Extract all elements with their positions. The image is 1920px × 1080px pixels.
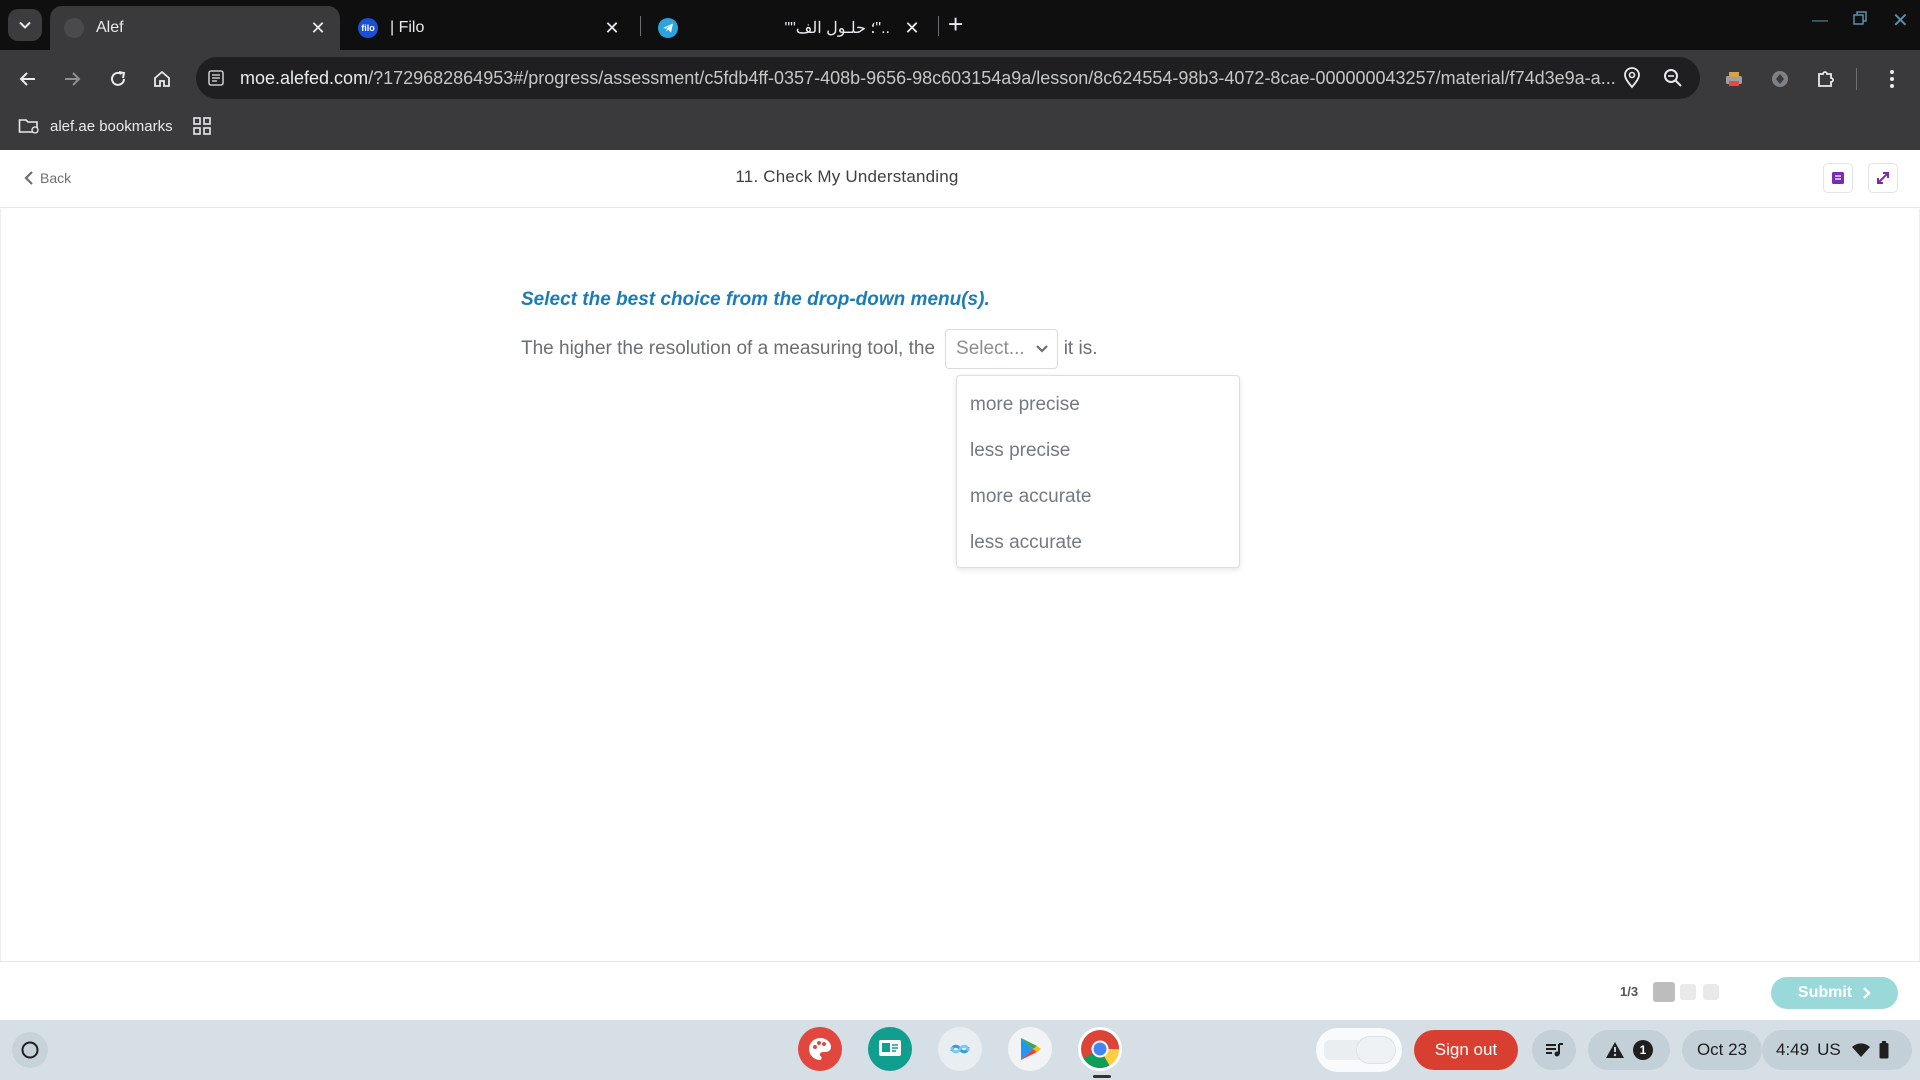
url-path: /?1729682864953#/progress/assessment/c5f… bbox=[368, 68, 1616, 88]
chrome-icon bbox=[1081, 1030, 1120, 1069]
page-header: Back 11. Check My Understanding bbox=[0, 150, 1920, 208]
holding-space-thumbnail[interactable] bbox=[1316, 1028, 1402, 1072]
paint-palette-icon bbox=[809, 1038, 831, 1060]
restore-icon[interactable] bbox=[1852, 10, 1868, 31]
close-icon[interactable]: ✕ bbox=[306, 18, 330, 39]
instruction-text: Select the best choice from the drop-dow… bbox=[521, 289, 990, 310]
submit-label: Submit bbox=[1797, 984, 1853, 1001]
browser-toolbar: moe.alefed.com/?1729682864953#/progress/… bbox=[0, 50, 1920, 108]
submit-button[interactable]: Submit bbox=[1771, 977, 1898, 1009]
folder-icon bbox=[18, 119, 39, 134]
close-icon[interactable]: ✕ bbox=[600, 18, 624, 39]
minimize-icon[interactable]: — bbox=[1812, 12, 1828, 30]
clock-time: 4:49 bbox=[1776, 1040, 1810, 1059]
close-icon[interactable]: ✕ bbox=[900, 18, 924, 39]
more-menu-icon[interactable] bbox=[1880, 67, 1904, 91]
apps-grid-icon[interactable] bbox=[192, 116, 212, 136]
tab-telegram[interactable]: ""؛ حلـول الف".. ✕ bbox=[644, 6, 934, 50]
play-store-icon bbox=[1021, 1038, 1041, 1060]
dictionary-icon bbox=[1832, 172, 1844, 184]
link-loop-icon bbox=[950, 1044, 970, 1054]
page-title: 11. Check My Understanding bbox=[735, 167, 959, 186]
extension-shield-icon[interactable] bbox=[1768, 67, 1792, 91]
telegram-icon bbox=[658, 18, 678, 38]
dropdown-menu: more precise less precise more accurate … bbox=[956, 375, 1240, 568]
running-indicator bbox=[1093, 1075, 1111, 1078]
glossary-button[interactable] bbox=[1823, 163, 1853, 193]
url-host: moe.alefed.com bbox=[240, 68, 369, 88]
home-icon[interactable] bbox=[150, 67, 174, 91]
dropdown-option[interactable]: less precise bbox=[957, 428, 1239, 474]
new-tab-button[interactable]: + bbox=[948, 11, 963, 37]
battery-icon bbox=[1879, 1041, 1889, 1059]
forward-arrow-icon[interactable] bbox=[60, 67, 84, 91]
launcher-button[interactable] bbox=[12, 1032, 48, 1068]
address-bar[interactable]: moe.alefed.com/?1729682864953#/progress/… bbox=[196, 57, 1700, 99]
wifi-icon bbox=[1851, 1043, 1870, 1057]
zoom-icon[interactable] bbox=[1662, 67, 1684, 89]
tab-separator bbox=[640, 16, 641, 36]
chevron-right-icon bbox=[1863, 987, 1871, 999]
tab-alef[interactable]: Alef ✕ bbox=[50, 6, 340, 50]
fullscreen-button[interactable] bbox=[1868, 163, 1898, 193]
tab-separator bbox=[938, 16, 939, 36]
chevron-down-icon bbox=[19, 21, 31, 29]
filo-favicon-icon: filo bbox=[358, 18, 378, 38]
tab-filo[interactable]: filo | Filo ✕ bbox=[344, 6, 634, 50]
toolbar-separator bbox=[1856, 68, 1857, 90]
site-info-icon[interactable] bbox=[206, 68, 226, 88]
date-button[interactable]: Oct 23 bbox=[1682, 1030, 1762, 1070]
question-text-after: it is. bbox=[1063, 338, 1098, 359]
question-area: Select the best choice from the drop-dow… bbox=[0, 209, 1920, 961]
status-area[interactable]: 4:49 US bbox=[1762, 1030, 1912, 1070]
bookmark-folder[interactable]: alef.ae bookmarks bbox=[18, 117, 173, 135]
sign-out-button[interactable]: Sign out bbox=[1414, 1030, 1518, 1070]
dropdown-option[interactable]: less accurate bbox=[957, 520, 1239, 566]
notifications-button[interactable]: 1 bbox=[1588, 1030, 1670, 1070]
expand-icon bbox=[1877, 172, 1889, 184]
app-classroom[interactable] bbox=[868, 1027, 912, 1071]
classroom-board-icon bbox=[879, 1040, 901, 1056]
dropdown-placeholder: Select... bbox=[956, 338, 1025, 359]
answer-dropdown[interactable]: Select... bbox=[945, 329, 1058, 369]
question-counter: 1/3 bbox=[1620, 984, 1639, 999]
media-controls-button[interactable] bbox=[1532, 1030, 1576, 1070]
launcher-circle-icon bbox=[21, 1041, 39, 1059]
os-shelf: Sign out 1 Oct 23 4:49 US bbox=[0, 1020, 1920, 1080]
location-pin-icon[interactable] bbox=[1622, 67, 1644, 89]
bookmark-folder-label: alef.ae bookmarks bbox=[50, 117, 173, 135]
close-window-icon[interactable]: ✕ bbox=[1892, 8, 1909, 33]
app-link[interactable] bbox=[938, 1027, 982, 1071]
chevron-down-icon bbox=[1035, 345, 1048, 353]
extensions-puzzle-icon[interactable] bbox=[1814, 67, 1838, 91]
page-footer: 1/3 Submit bbox=[0, 961, 1920, 1020]
warning-icon bbox=[1606, 1042, 1624, 1058]
app-paint[interactable] bbox=[798, 1027, 842, 1071]
tab-title: ""؛ حلـول الف".. bbox=[784, 20, 890, 37]
extension-printer-icon[interactable] bbox=[1722, 67, 1746, 91]
app-chrome[interactable] bbox=[1078, 1027, 1122, 1071]
back-arrow-icon[interactable] bbox=[16, 67, 40, 91]
tab-title: Alef bbox=[96, 19, 124, 36]
tab-strip: Alef ✕ filo | Filo ✕ ""؛ حلـول الف".. ✕ … bbox=[0, 0, 1920, 50]
app-play-store[interactable] bbox=[1008, 1027, 1052, 1071]
notification-count-badge: 1 bbox=[1633, 1040, 1653, 1060]
dropdown-option[interactable]: more precise bbox=[957, 382, 1239, 428]
input-locale: US bbox=[1817, 1040, 1841, 1059]
dropdown-option[interactable]: more accurate bbox=[957, 474, 1239, 520]
reload-icon[interactable] bbox=[106, 67, 130, 91]
tab-title: | Filo bbox=[390, 19, 425, 36]
progress-dot[interactable] bbox=[1703, 984, 1719, 1000]
playlist-music-icon bbox=[1546, 1043, 1563, 1057]
progress-dot[interactable] bbox=[1680, 984, 1696, 1000]
tab-search-button[interactable] bbox=[8, 9, 42, 41]
url-text: moe.alefed.com/?1729682864953#/progress/… bbox=[240, 68, 1640, 89]
question-sentence: The higher the resolution of a measuring… bbox=[521, 329, 1097, 369]
question-text-before: The higher the resolution of a measuring… bbox=[521, 338, 936, 359]
alef-favicon-icon bbox=[64, 18, 84, 38]
progress-dot[interactable] bbox=[1653, 982, 1675, 1002]
bookmarks-bar: alef.ae bookmarks bbox=[0, 108, 1920, 150]
